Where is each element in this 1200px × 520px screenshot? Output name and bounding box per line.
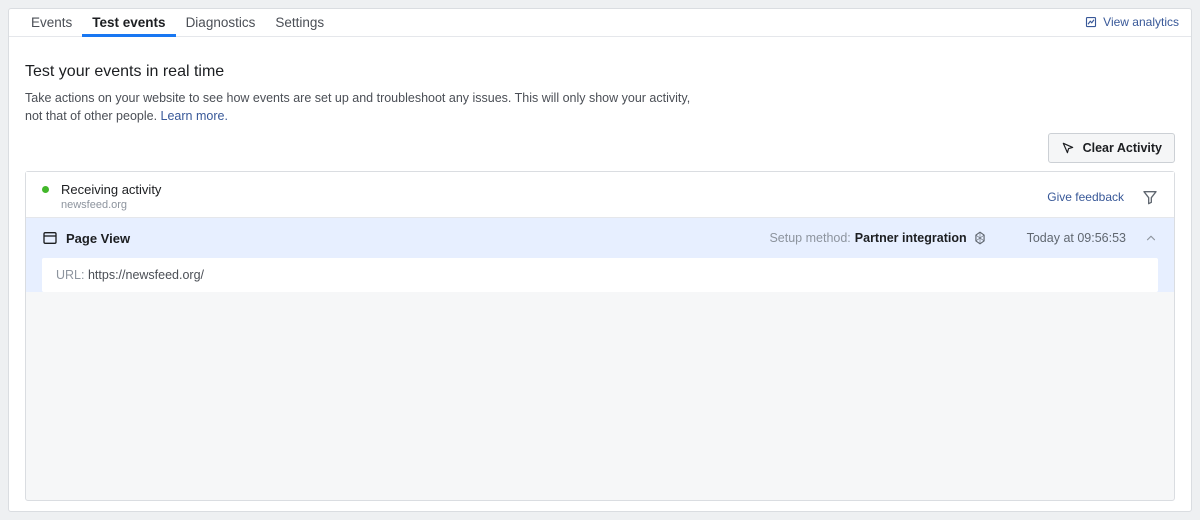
learn-more-link[interactable]: Learn more. <box>161 109 228 123</box>
event-row: Page View Setup method: Partner integrat… <box>26 218 1174 292</box>
clear-activity-button[interactable]: Clear Activity <box>1048 133 1175 163</box>
setup-method-label: Setup method: <box>769 231 850 245</box>
give-feedback-link[interactable]: Give feedback <box>1047 190 1124 204</box>
status-domain: newsfeed.org <box>61 199 161 211</box>
view-analytics-label: View analytics <box>1103 15 1179 29</box>
clear-activity-label: Clear Activity <box>1083 141 1162 155</box>
events-panel: Events Test events Diagnostics Settings … <box>8 8 1192 512</box>
event-detail: URL: https://newsfeed.org/ <box>42 258 1158 292</box>
analytics-icon <box>1085 16 1097 28</box>
status-bar: Receiving activity newsfeed.org Give fee… <box>26 172 1174 218</box>
status-dot-icon <box>42 186 49 193</box>
url-value: https://newsfeed.org/ <box>88 268 204 282</box>
tab-test-events[interactable]: Test events <box>82 11 175 38</box>
results-container: Receiving activity newsfeed.org Give fee… <box>25 171 1175 501</box>
page-icon <box>42 230 58 246</box>
url-label: URL: <box>56 268 84 282</box>
cursor-icon <box>1061 141 1075 155</box>
filter-icon[interactable] <box>1142 189 1158 205</box>
section-header: Test your events in real time Take actio… <box>9 53 1191 125</box>
event-name: Page View <box>66 231 130 246</box>
setup-method-value: Partner integration <box>855 231 967 245</box>
partner-icon <box>973 231 987 245</box>
tabs-bar: Events Test events Diagnostics Settings … <box>9 9 1191 37</box>
event-header[interactable]: Page View Setup method: Partner integrat… <box>42 218 1158 258</box>
view-analytics-link[interactable]: View analytics <box>1085 15 1179 29</box>
tab-settings[interactable]: Settings <box>265 11 334 38</box>
status-label: Receiving activity <box>61 182 161 197</box>
tab-events[interactable]: Events <box>21 11 82 38</box>
section-subtitle: Take actions on your website to see how … <box>25 89 705 125</box>
chevron-up-icon[interactable] <box>1144 231 1158 245</box>
tab-diagnostics[interactable]: Diagnostics <box>176 11 266 38</box>
section-title: Test your events in real time <box>25 63 1175 81</box>
event-timestamp: Today at 09:56:53 <box>1027 231 1126 245</box>
